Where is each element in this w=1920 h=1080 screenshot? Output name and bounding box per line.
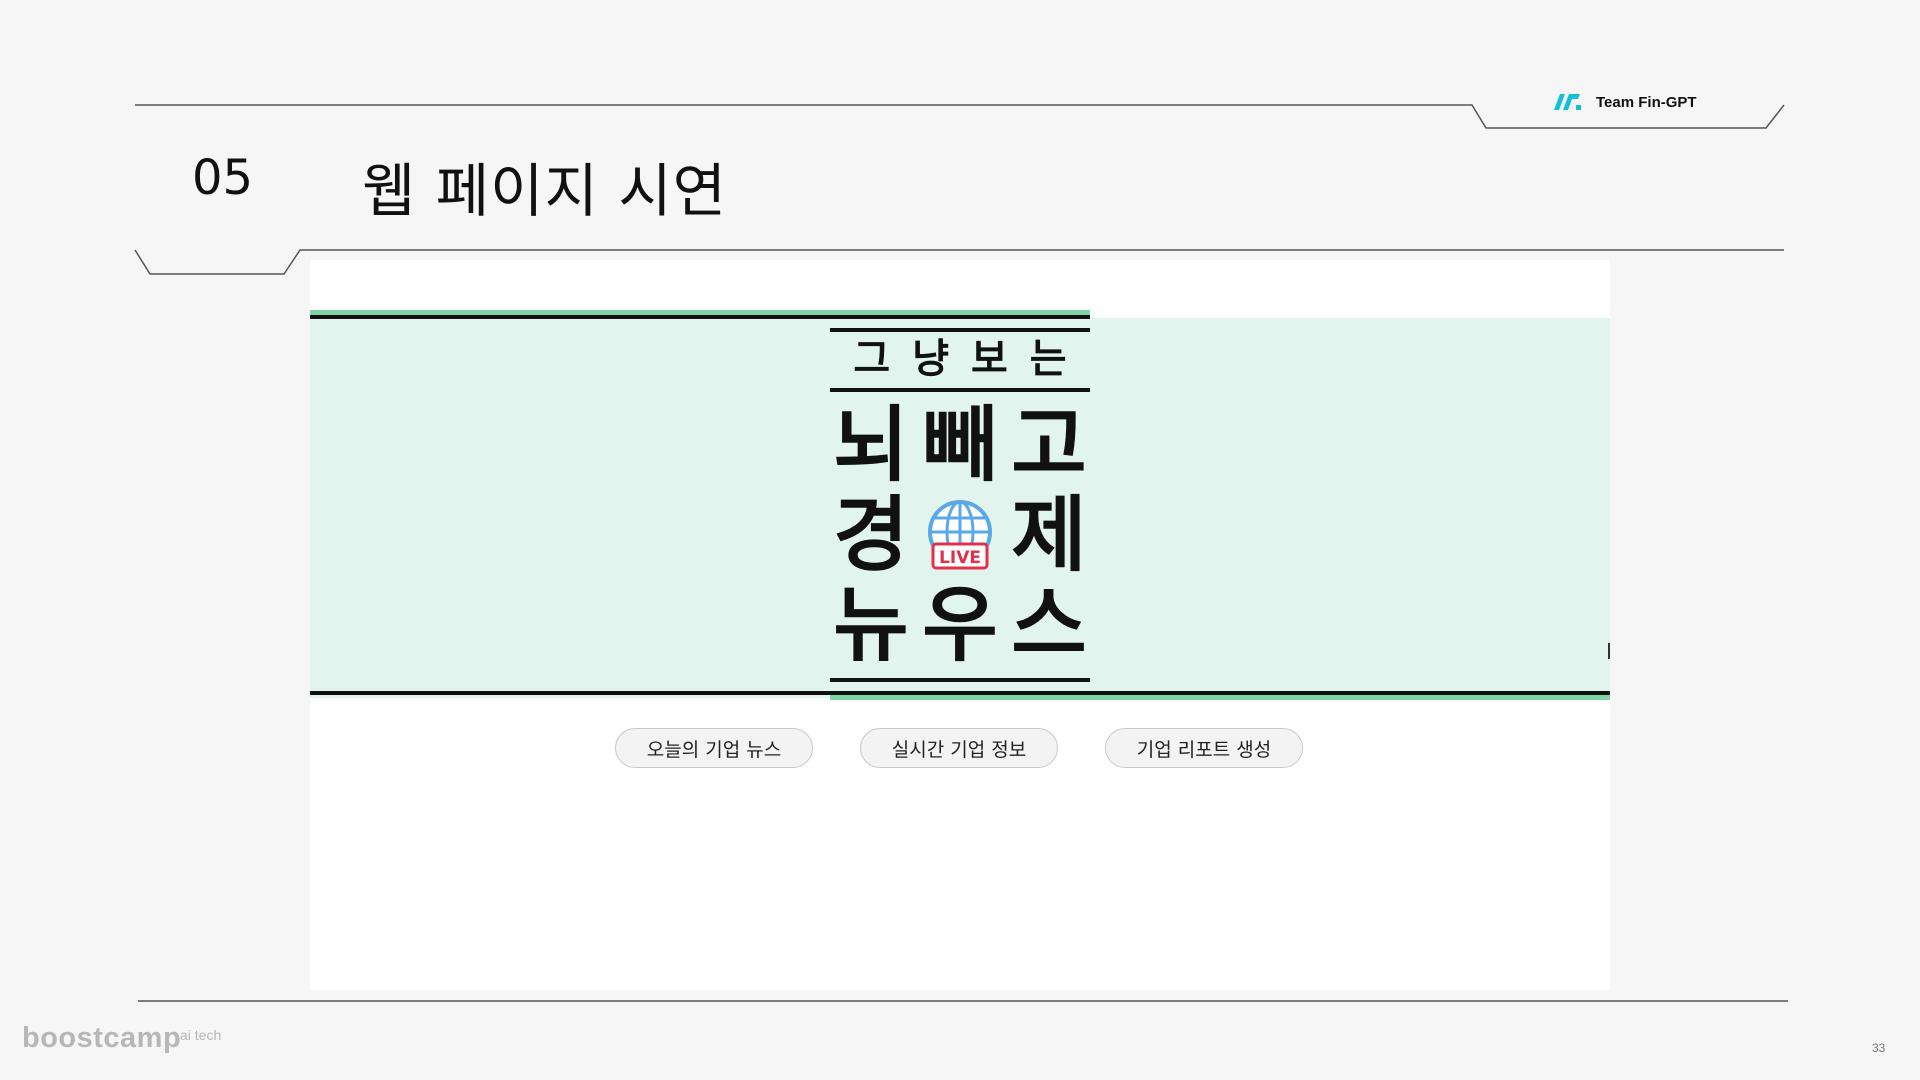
generate-company-report-button[interactable]: 기업 리포트 생성 [1105, 728, 1303, 768]
nav-buttons: 오늘의 기업 뉴스 실시간 기업 정보 기업 리포트 생성 [310, 728, 1610, 772]
webpage-screenshot: 그냥보는 뇌 빼 고 경 LIVE 제 뉴 우 스 오늘의 기업 뉴스 실시간 … [310, 260, 1610, 990]
logo-char: 빼 [922, 398, 998, 493]
logo-line-1: 뇌 빼 고 [830, 402, 1090, 490]
realtime-company-info-button[interactable]: 실시간 기업 정보 [860, 728, 1058, 768]
logo-rule-middle [830, 388, 1090, 392]
black-rule-top [310, 315, 1090, 319]
logo-char: 우 [922, 578, 998, 673]
logo-char: 뉴 [833, 578, 909, 673]
logo-rule-bottom [830, 678, 1090, 682]
team-name: Team Fin-GPT [1596, 93, 1697, 111]
section-number: 05 [192, 150, 254, 206]
live-badge-text: LIVE [939, 548, 981, 568]
logo-char: 고 [1011, 398, 1087, 493]
logo-char: 제 [1011, 488, 1087, 583]
page-number: 33 [1872, 1041, 1886, 1055]
logo-subtitle: 그냥보는 [853, 336, 1089, 382]
site-logo[interactable]: 그냥보는 뇌 빼 고 경 LIVE 제 뉴 우 스 [830, 328, 1090, 684]
boostcamp-brand: boostcamp [22, 1022, 182, 1054]
team-badge: Team Fin-GPT [1552, 90, 1697, 114]
logo-char: 뇌 [833, 398, 909, 493]
green-rule-bottom [830, 695, 1610, 700]
logo-rule-top [830, 328, 1090, 332]
logo-char: 스 [1011, 578, 1087, 673]
scroll-indicator [1608, 643, 1610, 659]
logo-line-2: 경 LIVE 제 [830, 492, 1090, 580]
today-company-news-button[interactable]: 오늘의 기업 뉴스 [615, 728, 813, 768]
page-title: 웹 페이지 시연 [362, 157, 728, 225]
logo-line-3: 뉴 우 스 [830, 582, 1090, 670]
team-logo-icon [1554, 94, 1581, 110]
logo-char: 경 [833, 488, 909, 583]
boostcamp-brand-sup: ai tech [180, 1027, 222, 1043]
globe-live-icon: LIVE [919, 492, 1001, 580]
